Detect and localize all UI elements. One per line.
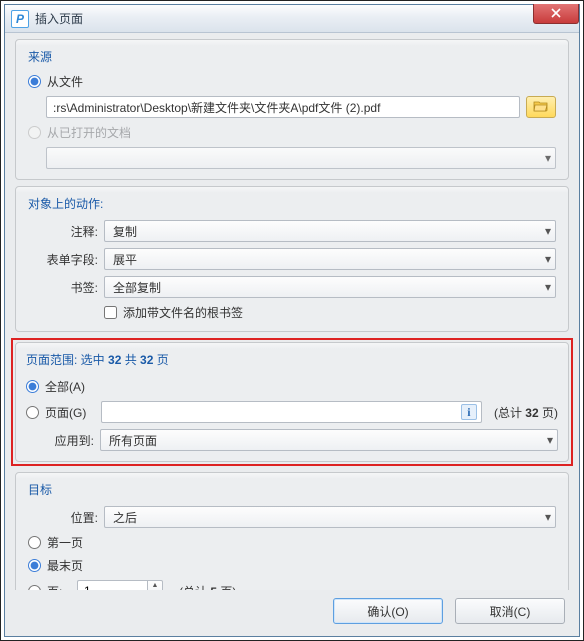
highlight-box: 页面范围: 选中 32 共 32 页 全部(A) 页面(G) i (总计 32 … [11, 338, 573, 466]
close-button[interactable] [533, 4, 579, 24]
folder-open-icon [533, 100, 549, 115]
app-icon: P [11, 10, 29, 28]
form-fields-select-value: 展平 [113, 251, 137, 268]
chevron-down-icon: ▾ [547, 433, 553, 447]
page-spinner: ▲ ▼ [77, 580, 163, 590]
open-docs-select[interactable]: ▾ [46, 147, 556, 169]
radio-all-pages-label: 全部(A) [45, 378, 85, 395]
title-bar: P 插入页面 [5, 5, 579, 33]
range-legend-prefix: 页面范围: 选中 [26, 353, 108, 367]
group-actions-legend: 对象上的动作: [28, 195, 556, 212]
dialog-window: P 插入页面 来源 从文件 [4, 4, 580, 637]
annotations-select-value: 复制 [113, 223, 137, 240]
chevron-down-icon: ▾ [545, 510, 551, 524]
radio-specific-page-label: 页: [47, 583, 71, 591]
radio-pages-label: 页面(G) [45, 404, 95, 421]
range-selected-count: 32 [108, 353, 121, 367]
range-of-word: 共 [121, 353, 140, 367]
browse-button[interactable] [526, 96, 556, 118]
annotations-label: 注释: [28, 223, 98, 240]
radio-first-page[interactable] [28, 536, 41, 549]
apply-to-select[interactable]: 所有页面 ▾ [100, 429, 558, 451]
button-bar: 确认(O) 取消(C) [5, 590, 579, 636]
radio-last-page[interactable] [28, 559, 41, 572]
root-bookmark-label: 添加带文件名的根书签 [123, 304, 243, 321]
bookmarks-select[interactable]: 全部复制 ▾ [104, 276, 556, 298]
bookmarks-select-value: 全部复制 [113, 279, 161, 296]
chevron-down-icon: ▾ [545, 224, 551, 238]
radio-specific-page[interactable] [28, 585, 41, 591]
spinner-up[interactable]: ▲ [148, 581, 162, 590]
root-bookmark-checkbox[interactable] [104, 306, 117, 319]
cancel-button[interactable]: 取消(C) [455, 598, 565, 624]
group-target: 目标 位置: 之后 ▾ 第一页 最末页 页: [15, 472, 569, 590]
chevron-down-icon: ▾ [545, 280, 551, 294]
window-title: 插入页面 [35, 10, 83, 27]
group-target-legend: 目标 [28, 481, 556, 498]
pages-input[interactable] [101, 401, 482, 423]
position-label: 位置: [28, 509, 98, 526]
info-icon[interactable]: i [461, 404, 477, 420]
radio-from-open-docs-label: 从已打开的文档 [47, 124, 131, 141]
radio-from-file-label: 从文件 [47, 73, 83, 90]
ok-button-label: 确认(O) [367, 603, 408, 620]
group-source: 来源 从文件 从已打开的文档 ▾ [15, 39, 569, 180]
chevron-down-icon: ▾ [545, 151, 551, 165]
bookmarks-label: 书签: [28, 279, 98, 296]
file-path-input[interactable] [46, 96, 520, 118]
form-fields-select[interactable]: 展平 ▾ [104, 248, 556, 270]
group-actions: 对象上的动作: 注释: 复制 ▾ 表单字段: 展平 ▾ 书签: 全部复制 [15, 186, 569, 332]
apply-to-select-value: 所有页面 [109, 432, 157, 449]
range-page-word: 页 [153, 353, 168, 367]
apply-to-label: 应用到: [26, 432, 94, 449]
page-spinner-input[interactable] [77, 580, 147, 590]
group-page-range-legend: 页面范围: 选中 32 共 32 页 [26, 351, 558, 368]
pages-total-text: (总计 32 页) [494, 404, 558, 421]
group-page-range: 页面范围: 选中 32 共 32 页 全部(A) 页面(G) i (总计 32 … [15, 342, 569, 462]
cancel-button-label: 取消(C) [490, 603, 531, 620]
radio-pages[interactable] [26, 406, 39, 419]
form-fields-label: 表单字段: [28, 251, 98, 268]
target-total-text: (总计 5 页) [179, 583, 236, 591]
radio-from-file[interactable] [28, 75, 41, 88]
radio-all-pages[interactable] [26, 380, 39, 393]
range-total-count: 32 [140, 353, 153, 367]
position-select-value: 之后 [113, 509, 137, 526]
group-source-legend: 来源 [28, 48, 556, 65]
chevron-down-icon: ▾ [545, 252, 551, 266]
annotations-select[interactable]: 复制 ▾ [104, 220, 556, 242]
radio-from-open-docs [28, 126, 41, 139]
ok-button[interactable]: 确认(O) [333, 598, 443, 624]
position-select[interactable]: 之后 ▾ [104, 506, 556, 528]
radio-last-page-label: 最末页 [47, 557, 83, 574]
close-icon [551, 7, 561, 21]
radio-first-page-label: 第一页 [47, 534, 83, 551]
